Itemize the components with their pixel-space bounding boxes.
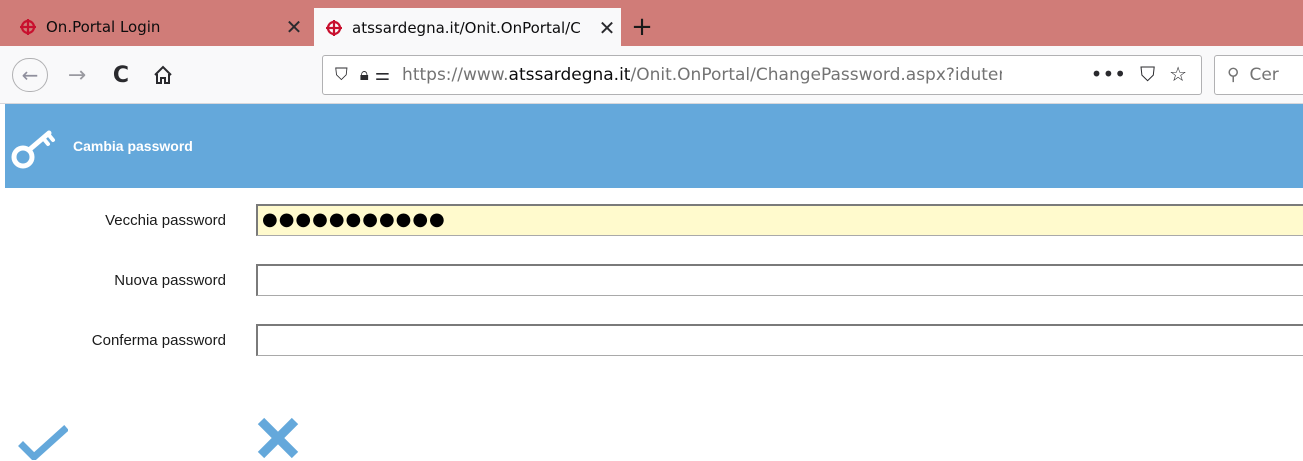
search-input[interactable]: ⚲ Cer <box>1214 55 1303 95</box>
arrow-right-icon: → <box>67 62 87 88</box>
new-password-label: Nuova password <box>114 272 226 289</box>
permissions-icon[interactable]: ⚌ <box>375 65 390 85</box>
search-placeholder: Cer <box>1249 65 1279 85</box>
tab-onportal-login[interactable]: On.Portal Login ✕ <box>10 8 308 46</box>
forward-button[interactable]: → <box>60 58 94 92</box>
confirm-button[interactable] <box>18 416 68 460</box>
nav-toolbar: ← → C ⛉ 🔒︎ ⚌ https://www.atssardegna.it/… <box>0 46 1303 104</box>
search-icon: ⚲ <box>1227 65 1240 85</box>
onit-logo-icon <box>326 20 342 36</box>
home-button[interactable] <box>146 58 180 92</box>
page-title: Cambia password <box>73 138 193 154</box>
reload-button[interactable]: C <box>104 58 138 92</box>
new-tab-button[interactable]: + <box>626 12 658 44</box>
confirm-password-label: Conferma password <box>91 332 226 349</box>
address-bar[interactable]: ⛉ 🔒︎ ⚌ https://www.atssardegna.it/Onit.O… <box>322 55 1202 95</box>
shield-icon[interactable]: ⛉ <box>335 65 348 85</box>
cancel-button[interactable] <box>256 416 300 460</box>
star-bookmark-icon[interactable]: ☆ <box>1169 62 1187 86</box>
tab-strip: On.Portal Login ✕ atssardegna.it/Onit.On… <box>0 0 1303 46</box>
home-icon <box>154 65 172 84</box>
confirm-password-field[interactable] <box>256 324 1303 356</box>
tab-change-password[interactable]: atssardegna.it/Onit.OnPortal/C ✕ <box>314 8 621 46</box>
tab-title: atssardegna.it/Onit.OnPortal/C <box>352 19 581 37</box>
pocket-icon[interactable]: ⛉ <box>1140 62 1155 86</box>
old-password-field[interactable]: ●●●●●●●●●●● <box>256 204 1303 236</box>
old-password-label: Vecchia password <box>105 212 226 229</box>
arrow-left-icon: ← <box>21 63 39 87</box>
url-text[interactable]: https://www.atssardegna.it/Onit.OnPortal… <box>402 65 1002 85</box>
url-domain: atssardegna.it <box>508 65 631 85</box>
page-header: Cambia password <box>5 104 1303 188</box>
url-path: /Onit.OnPortal/ChangePassword.aspx?idute… <box>630 65 1003 85</box>
more-actions-icon[interactable]: ••• <box>1091 62 1126 86</box>
tab-title: On.Portal Login <box>46 18 161 36</box>
new-password-field[interactable] <box>256 264 1303 296</box>
url-prefix: https://www. <box>402 65 509 85</box>
address-bar-actions: ••• ⛉ ☆ <box>1091 62 1187 86</box>
back-button[interactable]: ← <box>12 58 48 92</box>
lock-icon[interactable]: 🔒︎ <box>360 65 369 85</box>
onit-logo-icon <box>20 19 36 35</box>
close-icon[interactable]: ✕ <box>280 15 308 39</box>
reload-icon: C <box>112 62 130 88</box>
key-icon <box>11 130 55 169</box>
new-password-row: Nuova password <box>0 264 1303 298</box>
confirm-password-row: Conferma password <box>0 324 1303 358</box>
old-password-row: Vecchia password ●●●●●●●●●●● <box>0 204 1303 238</box>
close-icon[interactable]: ✕ <box>593 16 621 40</box>
